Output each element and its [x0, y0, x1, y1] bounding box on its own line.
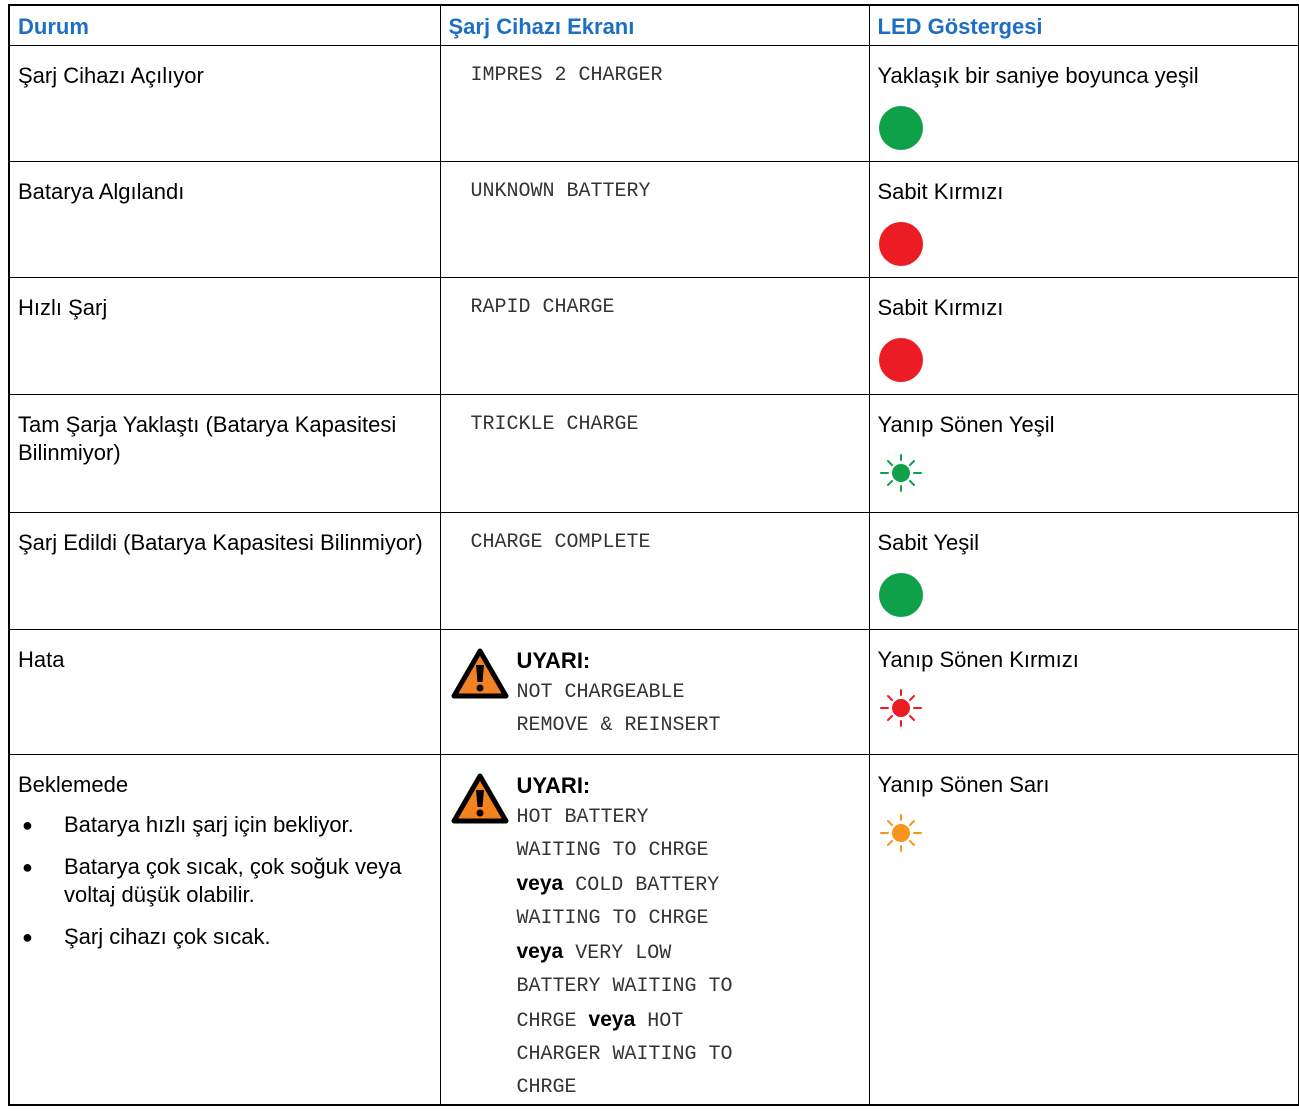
screen-line: CHARGER WAITING TO — [516, 1042, 733, 1066]
screen-text: VERY LOW — [575, 941, 672, 965]
list-item: Batarya hızlı şarj için bekliyor. — [18, 811, 432, 839]
led-cell: Yaklaşık bir saniye boyunca yeşil — [868, 44, 1299, 162]
status-cell: Tam Şarja Yaklaştı (Batarya Kapasitesi B… — [8, 393, 441, 513]
screen-cell: CHARGE COMPLETE — [439, 511, 870, 630]
led-label: Yanıp Sönen Kırmızı — [877, 646, 1079, 672]
screen-line: CHRGE veya HOT — [517, 1003, 733, 1038]
led-cell: Yanıp Sönen Kırmızı — [868, 628, 1299, 755]
led-label: Yanıp Sönen Yeşil — [877, 411, 1055, 437]
status-cell: Şarj Edildi (Batarya Kapasitesi Bilinmiy… — [8, 511, 441, 630]
led-cell: Sabit Yeşil — [868, 511, 1299, 630]
connector-word: veya — [516, 939, 564, 963]
connector-word: veya — [516, 871, 564, 895]
warning-title: UYARI: — [516, 647, 591, 673]
header-led-gostergesi: LED Göstergesi — [868, 4, 1299, 46]
warning-triangle-icon — [451, 646, 517, 742]
header-sarj-cihazi-ekrani: Şarj Cihazı Ekranı — [439, 4, 870, 46]
led-label: Sabit Kırmızı — [877, 178, 1004, 204]
screen-cell: RAPID CHARGE — [439, 276, 870, 395]
screen-line: NOT CHARGEABLE — [516, 680, 685, 704]
table-row: Hata UYARI: NOT CHARGEABLE REMOVE & REIN… — [8, 628, 1299, 755]
screen-line: veya VERY LOW — [517, 935, 733, 970]
screen-cell: TRICKLE CHARGE — [439, 393, 870, 513]
screen-cell: IMPRES 2 CHARGER — [439, 44, 870, 162]
table-row: Şarj Cihazı Açılıyor IMPRES 2 CHARGER Ya… — [8, 44, 1299, 162]
solid-green-led-icon — [878, 104, 1291, 159]
screen-cell: UNKNOWN BATTERY — [439, 160, 870, 278]
blinking-green-led-icon — [878, 453, 1291, 500]
warning-note: UYARI: HOT BATTERY WAITING TO CHRGE veya… — [451, 771, 861, 1104]
led-cell: Sabit Kırmızı — [868, 276, 1299, 395]
led-cell: Sabit Kırmızı — [868, 160, 1299, 278]
status-cell: Hızlı Şarj — [8, 276, 441, 395]
led-label: Sabit Yeşil — [877, 529, 980, 555]
solid-green-led-icon — [878, 571, 1291, 626]
led-cell: Yanıp Sönen Sarı — [868, 753, 1299, 1106]
led-label: Sabit Kırmızı — [877, 294, 1004, 320]
warning-note: UYARI: NOT CHARGEABLE REMOVE & REINSERT — [451, 646, 861, 742]
table-row: Beklemede Batarya hızlı şarj için bekliy… — [8, 753, 1299, 1106]
led-label: Yaklaşık bir saniye boyunca yeşil — [877, 62, 1199, 88]
screen-text: HOT — [647, 1009, 684, 1033]
screen-line: HOT BATTERY — [516, 805, 649, 829]
header-durum: Durum — [8, 4, 441, 46]
table-row: Batarya Algılandı UNKNOWN BATTERY Sabit … — [8, 160, 1299, 278]
led-cell: Yanıp Sönen Yeşil — [868, 393, 1299, 513]
list-item: Batarya çok sıcak, çok soğuk veya voltaj… — [18, 853, 432, 909]
screen-text: COLD BATTERY — [575, 873, 720, 897]
blinking-amber-led-icon — [878, 813, 1291, 860]
screen-cell: UYARI: HOT BATTERY WAITING TO CHRGE veya… — [439, 753, 870, 1106]
table-row: Şarj Edildi (Batarya Kapasitesi Bilinmiy… — [8, 511, 1299, 630]
table-row: Hızlı Şarj RAPID CHARGE Sabit Kırmızı — [8, 276, 1299, 395]
blinking-red-led-icon — [878, 688, 1291, 735]
table-row: Tam Şarja Yaklaştı (Batarya Kapasitesi B… — [8, 393, 1299, 513]
screen-line: CHRGE — [516, 1075, 577, 1099]
status-cell: Batarya Algılandı — [8, 160, 441, 278]
warning-title: UYARI: — [516, 772, 591, 798]
connector-word: veya — [588, 1007, 636, 1031]
charger-status-table: Durum Şarj Cihazı Ekranı LED Göstergesi … — [8, 4, 1299, 1106]
screen-line: REMOVE & REINSERT — [516, 713, 721, 737]
screen-line: veya COLD BATTERY — [517, 867, 733, 902]
screen-line: WAITING TO CHRGE — [516, 906, 709, 930]
screen-text: CHRGE — [516, 1009, 577, 1033]
status-cell: Hata — [8, 628, 441, 755]
table-header-row: Durum Şarj Cihazı Ekranı LED Göstergesi — [8, 4, 1299, 46]
solid-red-led-icon — [878, 220, 1291, 275]
screen-cell: UYARI: NOT CHARGEABLE REMOVE & REINSERT — [439, 628, 870, 755]
condition-list: Batarya hızlı şarj için bekliyor. Batary… — [18, 811, 432, 951]
warning-triangle-icon — [451, 771, 517, 1104]
solid-red-led-icon — [878, 336, 1291, 391]
status-cell: Şarj Cihazı Açılıyor — [8, 44, 441, 162]
led-label: Yanıp Sönen Sarı — [877, 771, 1050, 797]
screen-line: WAITING TO CHRGE — [516, 838, 709, 862]
status-cell: Beklemede Batarya hızlı şarj için bekliy… — [8, 753, 441, 1106]
screen-line: BATTERY WAITING TO — [516, 974, 733, 998]
list-item: Şarj cihazı çok sıcak. — [18, 923, 432, 951]
status-label: Beklemede — [18, 771, 129, 797]
